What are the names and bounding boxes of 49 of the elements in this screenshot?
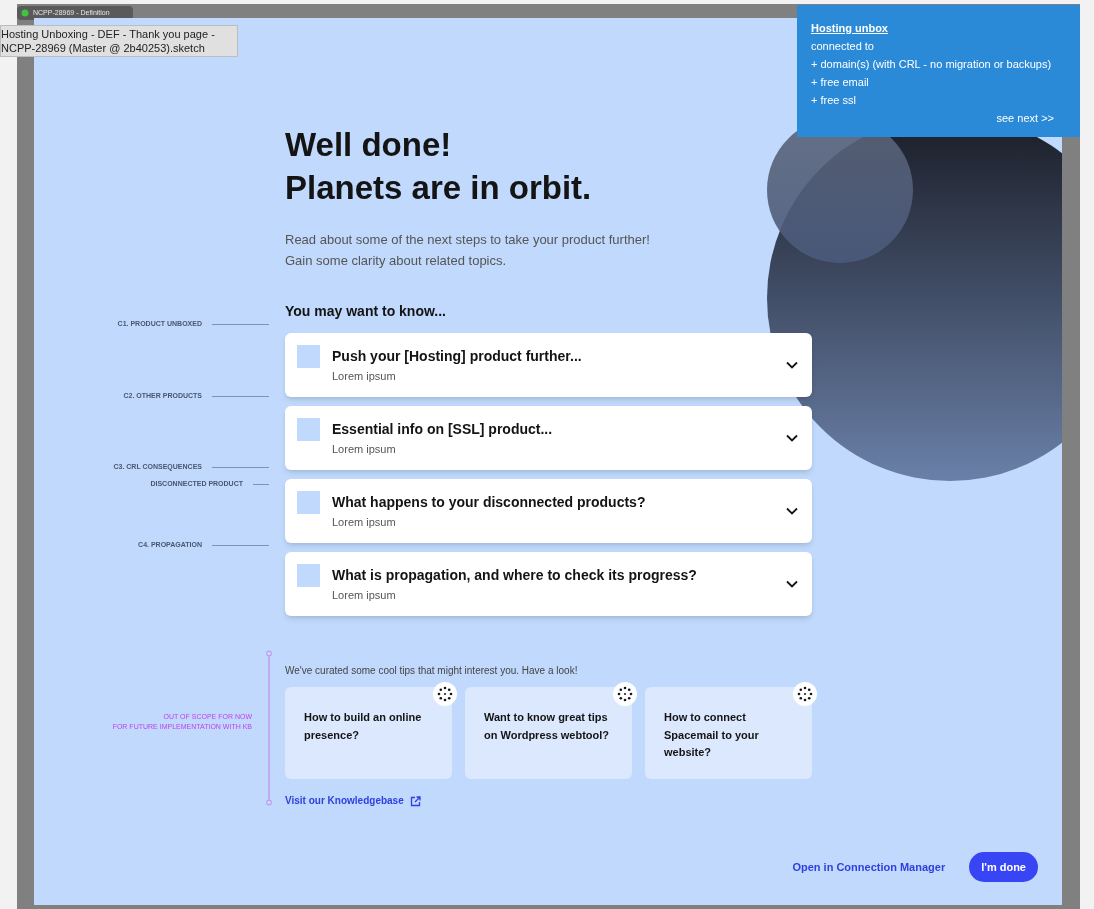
leader-line: [253, 483, 269, 485]
intro-text: Read about some of the next steps to take your product further!: [285, 231, 651, 249]
tip-title: How to build an online presence?: [304, 710, 423, 743]
accordion-subtitle: Lorem ipsum: [332, 442, 397, 457]
leader-line: [212, 466, 269, 468]
accordion-subtitle: Lorem ipsum: [332, 369, 397, 384]
external-link-icon: [409, 795, 421, 807]
tips-intro-text: We've curated some cool tips that might interest you. Have a look!: [285, 664, 579, 678]
accordion-title: Essential info on [SSL] product...: [332, 420, 554, 439]
accordion-title: Push your [Hosting] product further...: [332, 347, 583, 366]
tip-title: Want to know great tips on Wordpress webtool?: [484, 710, 611, 743]
dots-icon: [433, 682, 457, 706]
accordion-subtitle: Lorem ipsum: [332, 515, 397, 530]
thumbnail-placeholder: [297, 418, 320, 441]
accordion-title: What is propagation, and where to check its progress?: [332, 566, 698, 585]
note-title-link[interactable]: Hosting unbox: [811, 19, 888, 37]
section-heading: You may want to know...: [285, 302, 447, 321]
accordion-item[interactable]: What happens to your disconnected products? Lorem ipsum: [285, 479, 812, 543]
leader-line: [212, 395, 269, 397]
connection-manager-link[interactable]: Open in Connection Manager: [792, 858, 946, 876]
accordion-subtitle: Lorem ipsum: [332, 588, 397, 603]
dots-icon: [793, 682, 817, 706]
page-heading: Planets are in orbit.: [285, 168, 593, 208]
leader-line: [212, 323, 269, 325]
accordion-title: What happens to your disconnected products?: [332, 493, 647, 512]
done-button[interactable]: I'm done: [969, 852, 1038, 882]
accordion-item[interactable]: Essential info on [SSL] product... Lorem ipsum: [285, 406, 812, 470]
accordion-item[interactable]: What is propagation, and where to check its progress? Lorem ipsum: [285, 552, 812, 616]
tip-card[interactable]: How to build an online presence?: [285, 687, 452, 779]
status-dot-icon: [21, 9, 29, 17]
tip-title: How to connect Spacemail to your website?: [664, 710, 760, 760]
tooltip-text: Hosting Unboxing - DEF - Thank you page -: [1, 27, 216, 41]
thumbnail-placeholder: [297, 564, 320, 587]
knowledgebase-link[interactable]: Visit our Knowledgebase: [285, 794, 421, 808]
note-text: + free email: [811, 75, 870, 90]
note-text: + domain(s) (with CRL - no migration or backups): [811, 57, 1053, 72]
tip-card[interactable]: Want to know great tips on Wordpress webtool?: [465, 687, 632, 779]
see-next-link[interactable]: see next >>: [996, 109, 1054, 127]
tooltip-text: NCPP-28969 (Master @ 2b40253).sketch: [1, 41, 206, 55]
note-text: connected to: [811, 39, 875, 54]
note-text: + free ssl: [811, 93, 857, 108]
tip-card[interactable]: How to connect Spacemail to your website?: [645, 687, 812, 779]
intro-text: Gain some clarity about related topics.: [285, 252, 508, 270]
dots-icon: [613, 682, 637, 706]
accordion-item[interactable]: Push your [Hosting] product further... Lorem ipsum: [285, 333, 812, 397]
thumbnail-placeholder: [297, 491, 320, 514]
page-heading: Well done!: [285, 125, 453, 165]
leader-line: [212, 544, 269, 546]
thumbnail-placeholder: [297, 345, 320, 368]
